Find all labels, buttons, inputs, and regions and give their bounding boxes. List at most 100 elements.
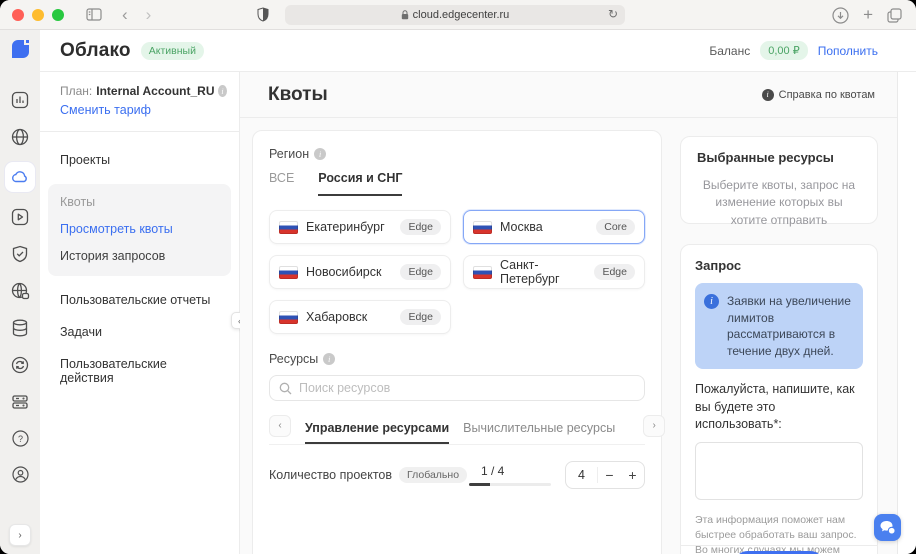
page-title: Квоты — [268, 84, 328, 106]
sync-icon[interactable] — [8, 353, 32, 377]
quotas-card: Регион i ВСЕ Россия и СНГ Екатеринбург E… — [252, 130, 662, 554]
tab-compute-resources[interactable]: Вычислительные ресурсы — [463, 413, 615, 444]
close-window-button[interactable] — [12, 9, 24, 21]
resource-search[interactable] — [269, 375, 645, 401]
region-tab-russia-cis[interactable]: Россия и СНГ — [318, 171, 402, 196]
region-type-badge: Edge — [400, 264, 441, 280]
request-divider — [681, 545, 877, 546]
quota-usage-bar — [469, 483, 551, 486]
sidebar-quota-title: Квоты — [60, 195, 219, 209]
request-notice: i Заявки на увеличение лимитов рассматри… — [695, 283, 863, 369]
sidebar-item-projects[interactable]: Проекты — [48, 144, 231, 176]
quota-decrement-button[interactable]: − — [598, 467, 621, 483]
request-usage-textarea[interactable] — [695, 442, 863, 500]
app-icon-rail: ? › — [0, 30, 40, 554]
selected-resources-card: Выбранные ресурсы Выберите квоты, запрос… — [680, 136, 878, 224]
region-tab-all[interactable]: ВСЕ — [269, 171, 294, 196]
back-button[interactable]: ‹ — [122, 5, 128, 25]
cdn-globe-icon[interactable] — [8, 279, 32, 303]
request-prompt-label: Пожалуйста, напишите, как вы будете это … — [695, 381, 863, 434]
video-icon[interactable] — [8, 205, 32, 229]
region-chip-khabarovsk[interactable]: Хабаровск Edge — [269, 300, 451, 334]
resources-info-icon[interactable]: i — [323, 353, 335, 365]
quota-usage-text: 1 / 4 — [481, 464, 551, 478]
plan-value: Internal Account_RUB_Cl... — [96, 84, 214, 98]
quota-usage-fill — [469, 483, 490, 486]
quota-increment-button[interactable]: + — [621, 467, 644, 483]
request-card: Запрос i Заявки на увеличение лимитов ра… — [680, 244, 878, 554]
balance-label: Баланс — [709, 44, 750, 58]
chat-widget-button[interactable] — [874, 514, 901, 541]
resources-label: Ресурсы — [269, 352, 318, 366]
notice-info-icon: i — [704, 294, 719, 309]
notice-text: Заявки на увеличение лимитов рассматрива… — [727, 293, 853, 359]
sidebar-item-user-actions[interactable]: Пользовательские действия — [48, 348, 231, 394]
address-bar[interactable]: cloud.edgecenter.ru ↻ — [285, 5, 625, 25]
region-type-badge: Core — [596, 219, 635, 235]
sidebar-item-tasks[interactable]: Задачи — [48, 316, 231, 348]
browser-window: ‹ › cloud.edgecenter.ru ↻ + — [0, 0, 916, 554]
sidebar-item-user-reports[interactable]: Пользовательские отчеты — [48, 284, 231, 316]
region-info-icon[interactable]: i — [314, 148, 326, 160]
tabs-scroll-left-button[interactable]: ‹ — [269, 415, 291, 437]
russia-flag-icon — [473, 266, 492, 279]
change-plan-link[interactable]: Сменить тариф — [60, 103, 151, 117]
tabs-scroll-right-button[interactable]: › — [643, 415, 665, 437]
selected-resources-empty-text: Выберите квоты, запрос на изменение кото… — [697, 177, 861, 229]
sidebar-item-view-quotas[interactable]: Просмотреть квоты — [60, 222, 219, 236]
app-title: Облако — [60, 40, 131, 62]
app-header: Облако Активный Баланс 0,00 ₽ Пополнить — [40, 30, 916, 72]
edgecenter-logo[interactable] — [8, 37, 32, 66]
region-type-badge: Edge — [400, 309, 441, 325]
status-badge: Активный — [141, 42, 204, 60]
scrollbar-track[interactable] — [897, 72, 916, 554]
info-icon: i — [762, 89, 774, 101]
quota-help-label: Справка по квотам — [779, 89, 875, 101]
quota-stepper[interactable]: 4 − + — [565, 461, 645, 489]
sidebar-quota-group: Квоты Просмотреть квоты История запросов — [48, 184, 231, 276]
globe-icon[interactable] — [8, 125, 32, 149]
sidebar-toggle-icon[interactable] — [86, 8, 102, 21]
forward-button[interactable]: › — [146, 5, 152, 25]
region-chip-ekaterinburg[interactable]: Екатеринбург Edge — [269, 210, 451, 244]
downloads-icon[interactable] — [832, 7, 849, 24]
sidebar-item-request-history[interactable]: История запросов — [60, 249, 219, 263]
servers-icon[interactable] — [8, 390, 32, 414]
resource-search-input[interactable] — [299, 381, 635, 395]
window-controls — [12, 9, 64, 21]
stats-icon[interactable] — [8, 88, 32, 112]
quota-row-project-count: Количество проектов Глобально 1 / 4 4 − … — [269, 461, 645, 489]
privacy-shield-icon[interactable] — [257, 7, 269, 22]
database-icon[interactable] — [8, 316, 32, 340]
quota-name: Количество проектов — [269, 468, 392, 482]
chat-bubbles-icon — [879, 520, 896, 535]
url-text: cloud.edgecenter.ru — [413, 9, 510, 21]
region-chip-moscow[interactable]: Москва Core — [463, 210, 645, 244]
search-icon — [279, 382, 292, 395]
plan-info-icon[interactable]: i — [218, 85, 227, 97]
browser-chrome: ‹ › cloud.edgecenter.ru ↻ + — [0, 0, 916, 30]
shield-check-icon[interactable] — [8, 242, 32, 266]
region-type-badge: Edge — [400, 219, 441, 235]
quota-scope-badge: Глобально — [399, 467, 467, 483]
cloud-icon[interactable] — [5, 162, 35, 192]
help-icon[interactable]: ? — [8, 426, 32, 450]
region-chip-spb[interactable]: Санкт-Петербург Edge — [463, 255, 645, 289]
new-tab-icon[interactable]: + — [863, 5, 873, 25]
minimize-window-button[interactable] — [32, 9, 44, 21]
expand-rail-button[interactable]: › — [9, 524, 31, 546]
zoom-window-button[interactable] — [52, 9, 64, 21]
russia-flag-icon — [473, 221, 492, 234]
tab-overview-icon[interactable] — [887, 8, 902, 23]
topup-link[interactable]: Пополнить — [818, 44, 878, 58]
account-icon[interactable] — [8, 462, 32, 486]
svg-text:?: ? — [17, 434, 22, 444]
tab-resource-management[interactable]: Управление ресурсами — [305, 413, 449, 444]
request-title: Запрос — [695, 258, 863, 273]
russia-flag-icon — [279, 221, 298, 234]
region-chip-novosibirsk[interactable]: Новосибирск Edge — [269, 255, 451, 289]
reload-icon[interactable]: ↻ — [608, 7, 618, 21]
quota-help-link[interactable]: i Справка по квотам — [762, 89, 875, 101]
plan-label: План: — [60, 84, 92, 98]
balance-value-badge: 0,00 ₽ — [760, 41, 807, 60]
